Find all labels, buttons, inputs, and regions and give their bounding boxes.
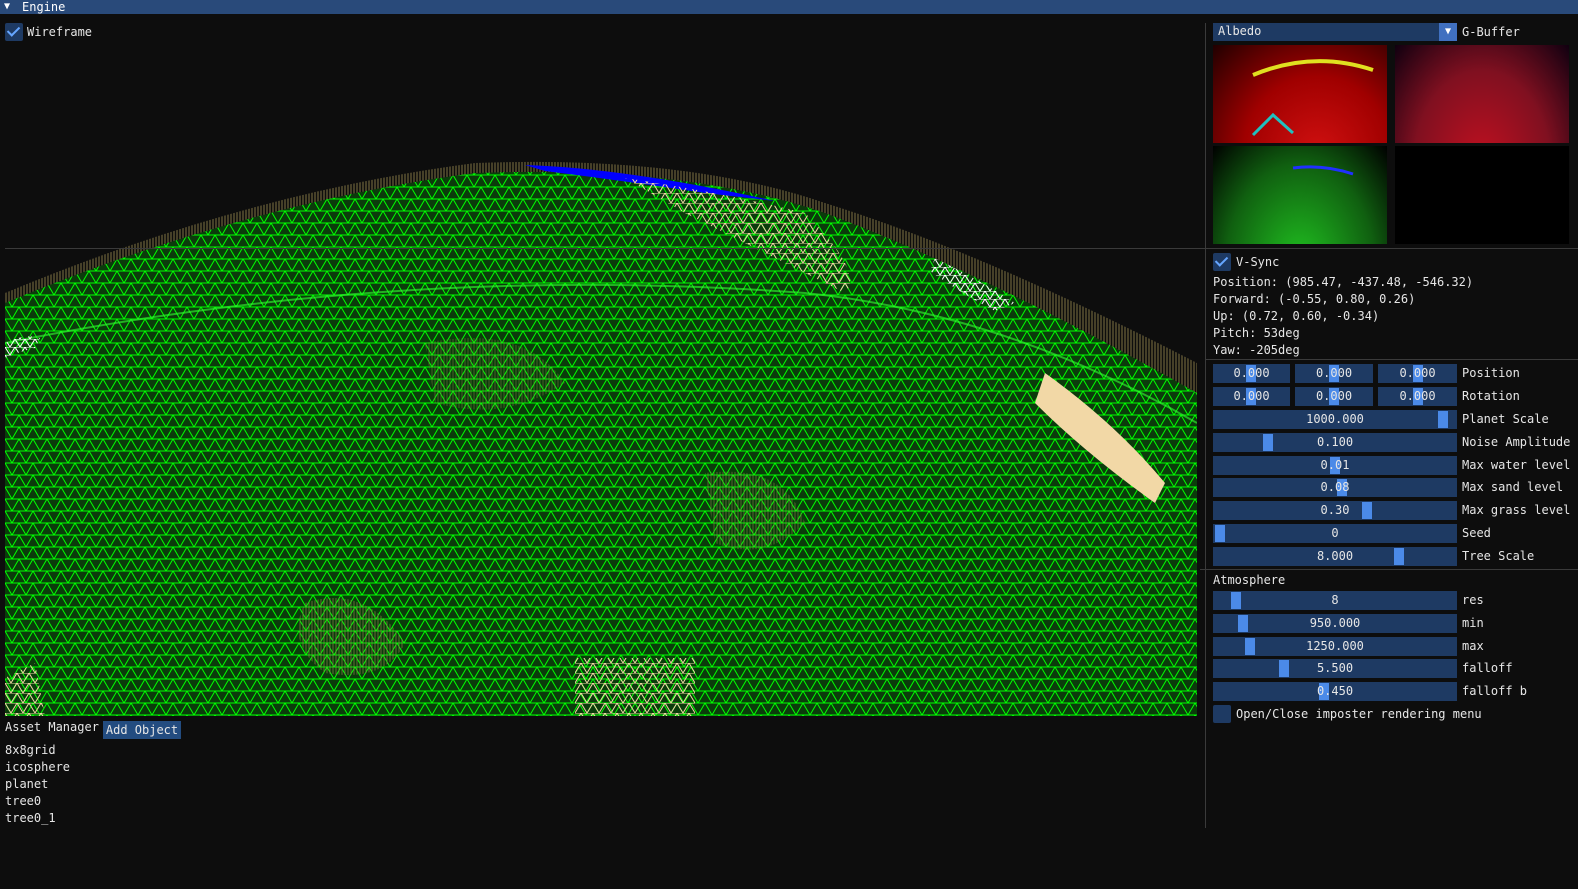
window-title: Engine [22,0,66,14]
position-z-drag[interactable]: 0.000 [1378,364,1457,383]
rotation-y-drag[interactable]: 0.000 [1295,387,1373,406]
max-value: 1250.000 [1306,638,1364,653]
asset-item-tree0[interactable]: tree0 [5,793,41,809]
position-y-value: 0.000 [1315,366,1353,380]
vsync-label: V-Sync [1236,255,1280,269]
camera-pitch: Pitch: 53deg [1213,326,1300,340]
asset-item-icosphere[interactable]: icosphere [5,759,70,775]
asset-item-planet[interactable]: planet [5,776,48,792]
asset-manager-title: Asset Manager [5,720,99,734]
seed-slider[interactable]: 0 [1213,524,1457,543]
planet-scale-label: Planet Scale [1462,412,1549,426]
camera-yaw: Yaw: -205deg [1213,343,1300,357]
camera-up: Up: (0.72, 0.60, -0.34) [1213,309,1380,323]
seed-label: Seed [1462,526,1491,540]
min-label: min [1462,615,1484,630]
window-title-bar[interactable]: ▼ Engine [0,0,1578,14]
vsync-checkbox[interactable] [1213,253,1231,271]
tree-scale-label: Tree Scale [1462,548,1535,563]
res-slider[interactable]: 8 [1213,591,1457,610]
falloff-slider[interactable]: 5.500 [1213,659,1457,679]
planet-wireframe-render [5,161,1197,716]
max-water-level-label: Max water level [1462,457,1571,472]
noise-amplitude-label: Noise Amplitude [1462,434,1571,449]
collapse-triangle-icon[interactable]: ▼ [4,0,10,14]
planet-scale-slider[interactable]: 1000.000 [1213,410,1457,429]
rotation-y-value: 0.000 [1315,389,1353,403]
falloff-b-value: 0.450 [1316,684,1354,699]
max-sand-level-value: 0.08 [1320,480,1350,495]
falloff-b-slider[interactable]: 0.450 [1213,682,1457,702]
tree-scale-slider[interactable]: 8.000 [1213,546,1457,566]
falloff-value: 5.500 [1316,661,1354,676]
res-label: res [1462,593,1484,607]
falloff-label: falloff [1462,661,1513,676]
camera-forward: Forward: (-0.55, 0.80, 0.26) [1213,292,1416,306]
add-object-button[interactable]: Add Object [103,721,181,739]
rotation-x-drag[interactable]: 0.000 [1213,387,1290,406]
rotation-z-value: 0.000 [1399,389,1436,403]
planet-rule [1200,569,1578,570]
gbuffer-depth-preview [1395,146,1569,244]
max-sand-level-slider[interactable]: 0.08 [1213,478,1457,498]
atmosphere-header: Atmosphere [1213,573,1286,587]
position-label: Position [1462,366,1520,380]
imposter-checkbox[interactable] [1213,705,1231,723]
viewport-horizontal-rule [5,248,1205,249]
max-slider[interactable]: 1250.000 [1213,636,1457,656]
position-x-drag[interactable]: 0.000 [1213,364,1290,383]
position-x-value: 0.000 [1233,366,1270,380]
gbuffer-label: G-Buffer [1462,25,1520,39]
seed-value: 0 [1331,526,1339,540]
asset-item-tree0-1[interactable]: tree0_1 [5,810,56,826]
max-sand-level-label: Max sand level [1462,480,1564,495]
res-value: 8 [1331,593,1339,607]
gbuffer-albedo-preview [1213,45,1387,143]
tree-scale-value: 8.000 [1316,548,1354,563]
wireframe-label: Wireframe [27,25,93,39]
gbuffer-green-preview [1213,146,1387,244]
gbuffer-rule [1205,248,1578,249]
wireframe-checkbox[interactable] [5,23,23,41]
min-slider[interactable]: 950.000 [1213,613,1457,633]
max-grass-level-label: Max grass level [1462,503,1571,518]
planet-scale-value: 1000.000 [1306,412,1364,426]
camera-position: Position: (985.47, -437.48, -546.32) [1213,275,1474,289]
position-z-value: 0.000 [1399,366,1436,380]
imposter-label: Open/Close imposter rendering menu [1236,707,1482,721]
falloff-b-label: falloff b [1462,684,1528,699]
panel-divider [1205,23,1206,828]
max-grass-level-slider[interactable]: 0.30 [1213,501,1457,521]
rotation-label: Rotation [1462,389,1520,403]
gbuffer-selected: Albedo [1218,24,1262,38]
max-water-level-slider[interactable]: 0.01 [1213,455,1457,475]
asset-item-8x8grid[interactable]: 8x8grid [5,742,56,758]
rotation-x-value: 0.000 [1233,389,1270,403]
rotation-z-drag[interactable]: 0.000 [1378,387,1457,406]
position-y-drag[interactable]: 0.000 [1295,364,1373,383]
max-water-level-value: 0.01 [1320,457,1350,472]
gbuffer-normal-preview [1395,45,1569,143]
chevron-down-icon[interactable]: ▼ [1439,23,1457,41]
noise-amplitude-slider[interactable]: 0.100 [1213,432,1457,452]
planet-viewport[interactable] [5,43,1197,716]
noise-amplitude-value: 0.100 [1316,434,1354,449]
min-value: 950.000 [1309,615,1361,630]
camera-rule [1205,359,1578,360]
max-label: max [1462,638,1484,653]
gbuffer-select[interactable]: Albedo ▼ [1213,23,1457,41]
max-grass-level-value: 0.30 [1320,503,1350,518]
